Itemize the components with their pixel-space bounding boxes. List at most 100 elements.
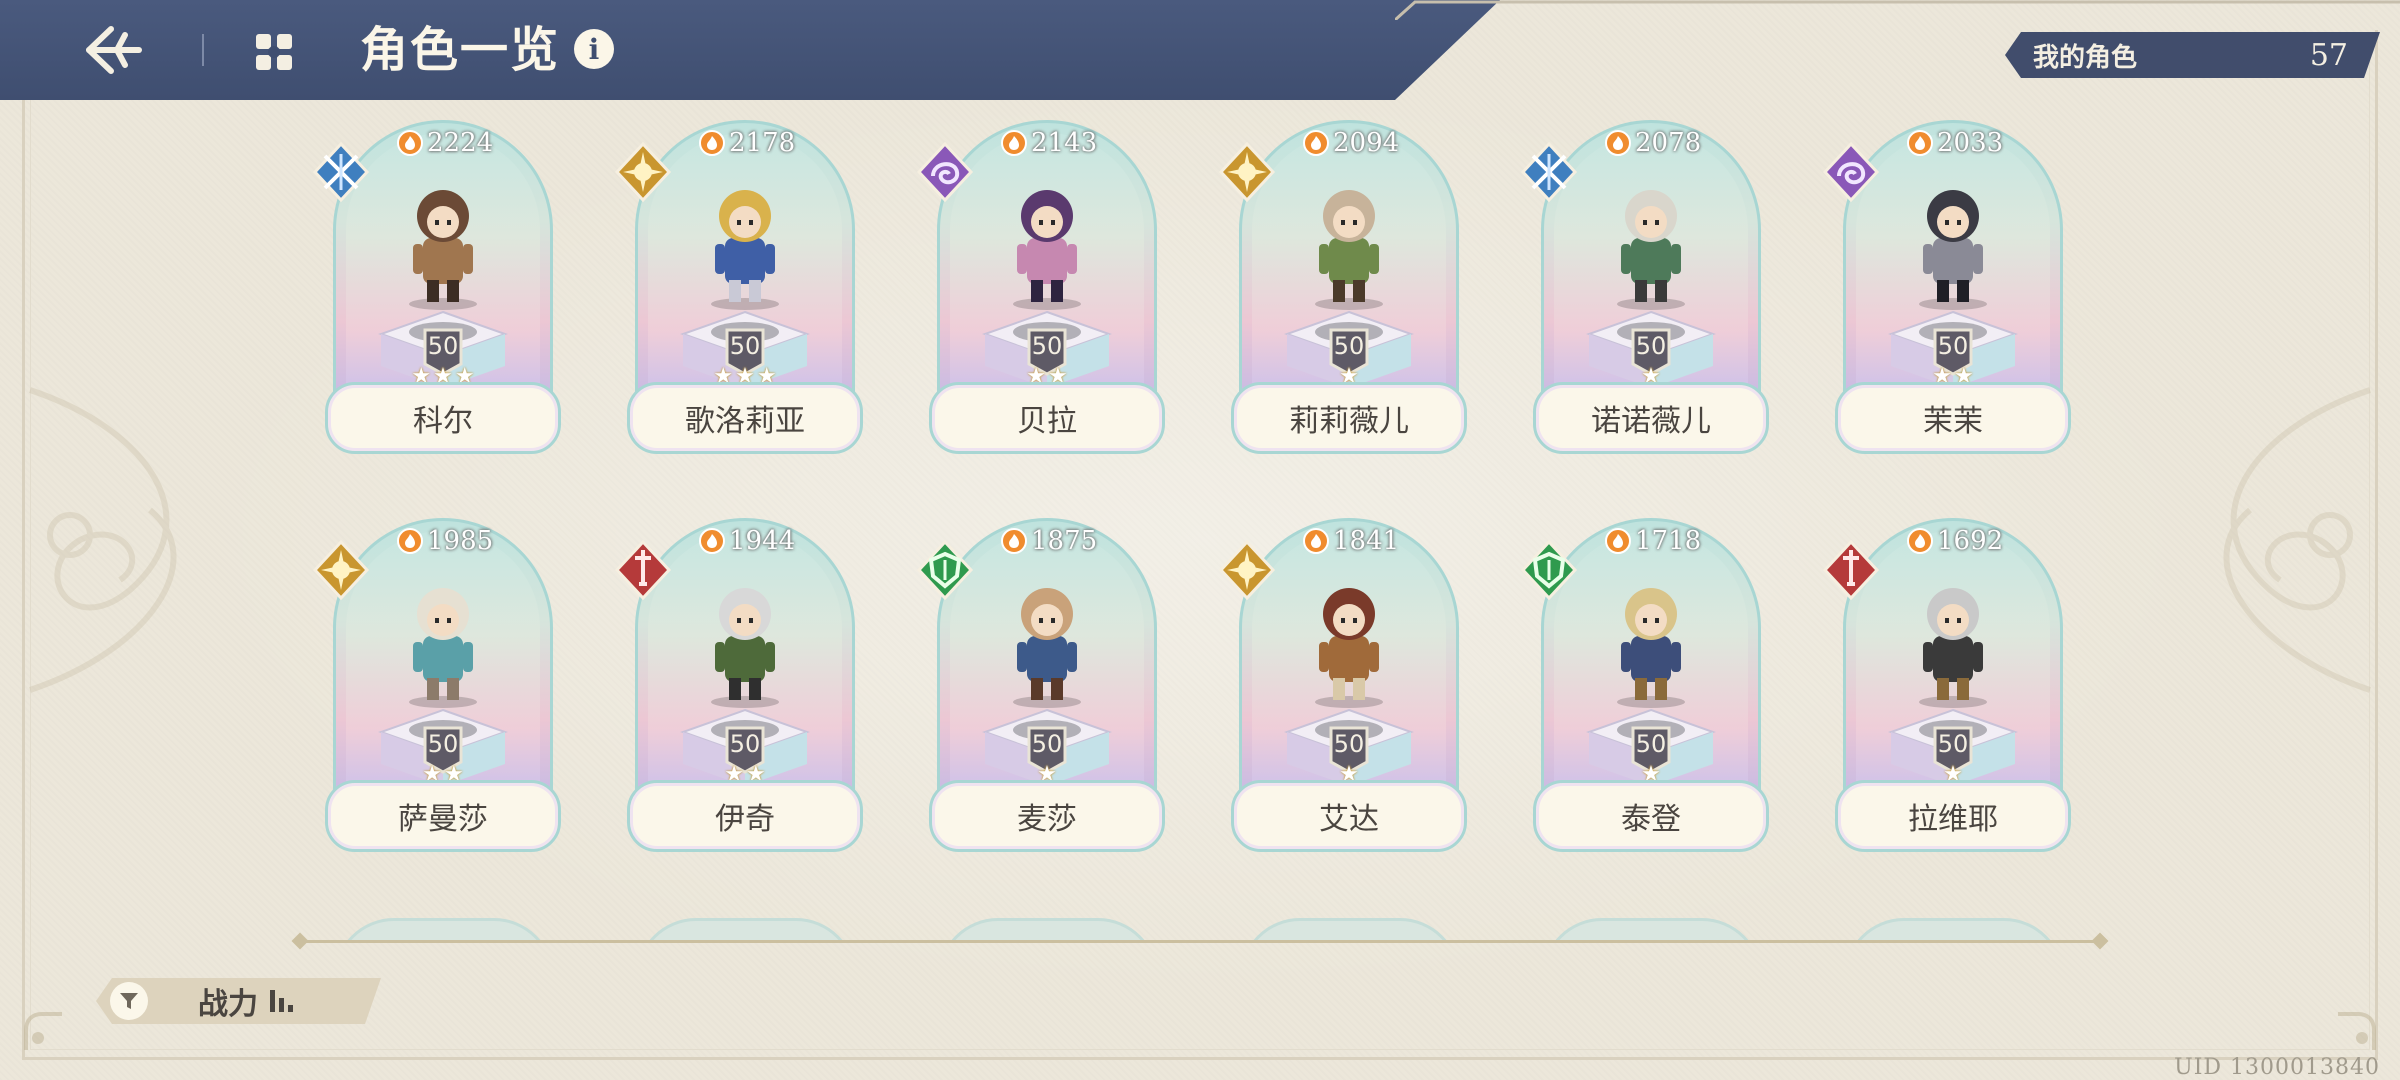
- character-card[interactable]: 50 2094 ★ 莉莉薇儿: [1218, 120, 1467, 460]
- character-sprite: [383, 172, 503, 312]
- filter-icon: [110, 982, 148, 1020]
- corner-ornament-right: [2338, 1012, 2376, 1050]
- character-sprite: [383, 570, 503, 710]
- character-card[interactable]: 50 2178 ★ ★ ★ 歌洛莉亚: [614, 120, 863, 460]
- flame-icon: [1303, 130, 1329, 156]
- character-name: 拉维耶: [1835, 780, 2071, 852]
- power-display: 1841: [1303, 526, 1399, 556]
- gold-sun-element-icon: [1217, 539, 1277, 601]
- power-value: 2143: [1031, 128, 1098, 158]
- view-toggle-button[interactable]: [252, 30, 296, 74]
- character-sprite: [1893, 570, 2013, 710]
- character-card[interactable]: 50 1875 ★ 麦莎: [916, 518, 1165, 858]
- power-value: 2094: [1333, 128, 1400, 158]
- character-sprite: [1289, 570, 1409, 710]
- level-badge: 50: [1333, 332, 1365, 360]
- level-badge: 50: [1031, 332, 1063, 360]
- level-badge: 50: [1937, 332, 1969, 360]
- flame-icon: [1303, 528, 1329, 554]
- flame-icon: [699, 130, 725, 156]
- sort-button[interactable]: 战力: [96, 978, 381, 1024]
- list-bottom-divider: [300, 940, 2100, 943]
- power-display: 2078: [1605, 128, 1701, 158]
- ornament-right: [2223, 387, 2371, 693]
- header-divider: [202, 34, 204, 66]
- sort-label: 战力: [198, 987, 258, 1022]
- blue-wind-element-icon: [1519, 141, 1579, 203]
- power-value: 1718: [1635, 526, 1702, 556]
- power-value: 1944: [729, 526, 796, 556]
- power-value: 2224: [427, 128, 494, 158]
- character-name: 诺诺薇儿: [1533, 382, 1769, 454]
- character-card[interactable]: 50 1692 ★ 拉维耶: [1822, 518, 2071, 858]
- character-card[interactable]: 50 2033 ★ ★ 茉茉: [1822, 120, 2071, 460]
- flame-icon: [1605, 130, 1631, 156]
- character-card[interactable]: 50 2078 ★ 诺诺薇儿: [1520, 120, 1769, 460]
- level-badge: 50: [1635, 332, 1667, 360]
- character-card[interactable]: 50 2143 ★ ★ 贝拉: [916, 120, 1165, 460]
- flame-icon: [1001, 130, 1027, 156]
- red-blade-element-icon: [1821, 539, 1881, 601]
- back-button[interactable]: [78, 18, 148, 82]
- header-accent-line: [1395, 0, 2400, 20]
- ornament-left: [29, 387, 177, 693]
- power-display: 2178: [699, 128, 795, 158]
- character-name: 艾达: [1231, 780, 1467, 852]
- gold-sun-element-icon: [613, 141, 673, 203]
- green-shield-element-icon: [915, 539, 975, 601]
- sort-descending-icon: [268, 988, 302, 1014]
- my-characters-label: 我的角色: [2033, 42, 2138, 73]
- character-name: 泰登: [1533, 780, 1769, 852]
- power-display: 2143: [1001, 128, 1097, 158]
- power-display: 2094: [1303, 128, 1399, 158]
- character-card[interactable]: 50 1944 ★ ★ 伊奇: [614, 518, 863, 858]
- character-sprite: [1289, 172, 1409, 312]
- character-card[interactable]: 50 2224 ★ ★ ★ 科尔: [312, 120, 561, 460]
- power-value: 1692: [1937, 526, 2004, 556]
- flame-icon: [1605, 528, 1631, 554]
- info-button[interactable]: i: [574, 29, 614, 69]
- purple-void-element-icon: [1821, 141, 1881, 203]
- power-display: 1944: [699, 526, 795, 556]
- power-value: 1985: [427, 526, 494, 556]
- green-shield-element-icon: [1519, 539, 1579, 601]
- character-card[interactable]: 50 1718 ★ 泰登: [1520, 518, 1769, 858]
- power-display: 2033: [1907, 128, 2003, 158]
- back-arrow-icon: [86, 26, 142, 74]
- character-sprite: [1591, 570, 1711, 710]
- page-title: 角色一览: [360, 22, 561, 78]
- flame-icon: [699, 528, 725, 554]
- power-display: 1692: [1907, 526, 2003, 556]
- power-display: 2224: [397, 128, 493, 158]
- power-value: 2033: [1937, 128, 2004, 158]
- level-badge: 50: [729, 332, 761, 360]
- corner-ornament-left: [24, 1012, 62, 1050]
- character-name: 歌洛莉亚: [627, 382, 863, 454]
- character-sprite: [1893, 172, 2013, 312]
- flame-icon: [1001, 528, 1027, 554]
- character-card[interactable]: 50 1841 ★ 艾达: [1218, 518, 1467, 858]
- my-characters-counter: 我的角色 57: [2005, 32, 2380, 78]
- level-badge: 50: [1031, 730, 1063, 758]
- my-characters-count: 57: [2309, 37, 2348, 73]
- flame-icon: [397, 528, 423, 554]
- character-card[interactable]: 50 1985 ★ ★ 萨曼莎: [312, 518, 561, 858]
- power-value: 1875: [1031, 526, 1098, 556]
- power-value: 2078: [1635, 128, 1702, 158]
- character-sprite: [685, 570, 805, 710]
- grid-icon: [256, 34, 292, 70]
- character-name: 萨曼莎: [325, 780, 561, 852]
- red-blade-element-icon: [613, 539, 673, 601]
- level-badge: 50: [427, 332, 459, 360]
- power-value: 1841: [1333, 526, 1400, 556]
- level-badge: 50: [729, 730, 761, 758]
- character-name: 莉莉薇儿: [1231, 382, 1467, 454]
- top-bar: [0, 0, 1500, 100]
- gold-sun-element-icon: [1217, 141, 1277, 203]
- level-badge: 50: [1635, 730, 1667, 758]
- gold-sun-element-icon: [311, 539, 371, 601]
- character-name: 伊奇: [627, 780, 863, 852]
- flame-icon: [397, 130, 423, 156]
- power-display: 1718: [1605, 526, 1701, 556]
- power-display: 1875: [1001, 526, 1097, 556]
